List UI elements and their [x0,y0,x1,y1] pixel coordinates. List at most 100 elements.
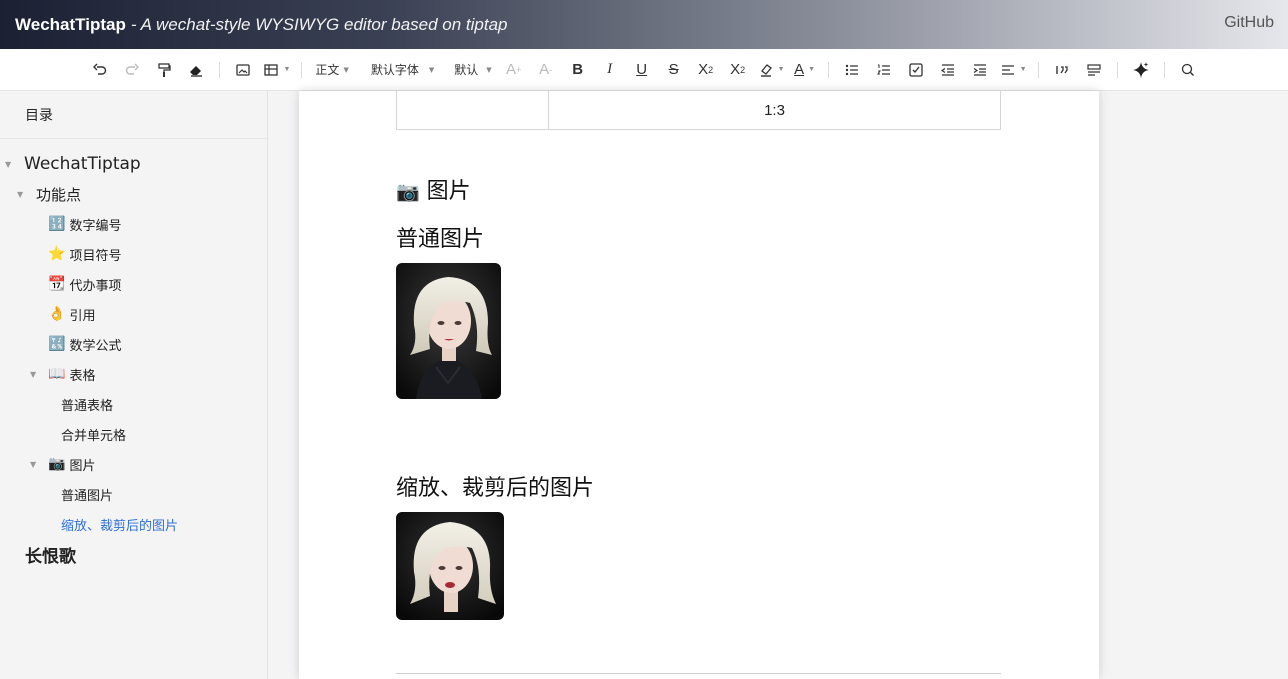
blockquote-button[interactable] [1048,56,1076,84]
table-cell[interactable] [397,91,549,129]
toc-item-normal-image[interactable]: 普通图片 [0,479,268,509]
star-emoji-icon: ⭐ [48,246,66,262]
checkbox-icon [908,62,923,77]
portrait-image-normal[interactable] [396,263,501,399]
portrait-image-cropped[interactable] [396,512,504,620]
indent-button[interactable] [966,56,994,84]
toc-item-normal-table[interactable]: 普通表格 [0,389,268,419]
chevron-down-icon[interactable]: ▼ [30,460,36,469]
section-heading-image[interactable]: 📷 图片 [396,173,471,205]
ordered-list-button[interactable] [870,56,898,84]
chevron-down-icon: ▼ [1019,66,1027,73]
toc-list: ▼ WechatTiptap ▼ 功能点 🔢 数字编号 ⭐ 项目符号 📆 代办事项 👌… [0,149,268,569]
toc-title: 目录 [0,91,267,139]
subscript-button[interactable]: X2 [692,56,720,84]
bullet-list-icon [845,64,858,75]
symbols-emoji-icon: 🔣 [48,336,66,352]
ordered-list-icon [876,64,890,75]
search-button[interactable] [1174,56,1202,84]
toc-item-todo[interactable]: 📆 代办事项 [0,269,268,299]
chevron-down-icon[interactable]: ▼ [17,190,23,199]
heading-cropped-image[interactable]: 缩放、裁剪后的图片 [396,470,594,502]
heading-normal-image[interactable]: 普通图片 [396,221,484,253]
paragraph-block-icon [1086,63,1101,76]
indent-icon [973,63,986,76]
eraser-icon [190,65,203,77]
highlighter-icon [760,63,772,77]
toc-item-merged-cells[interactable]: 合并单元格 [0,419,268,449]
toc-item-bullets[interactable]: ⭐ 项目符号 [0,239,268,269]
bold-button[interactable]: B [564,56,592,84]
toc-item-features[interactable]: ▼ 功能点 [0,179,268,209]
clear-format-button[interactable] [182,56,210,84]
portrait-image [396,512,504,620]
chevron-down-icon: ▼ [486,65,492,74]
toc-item-cropped-image[interactable]: 缩放、裁剪后的图片 [0,509,268,539]
italic-button[interactable]: I [596,56,624,84]
app-title: WechatTiptap [15,14,126,34]
book-emoji-icon: 📖 [48,366,66,382]
align-button[interactable]: ▼ [998,56,1029,84]
task-list-button[interactable] [902,56,930,84]
chevron-down-icon: ▼ [428,65,435,74]
increase-font-button[interactable]: A + [500,56,528,84]
toolbar-divider [1163,61,1165,78]
toc-item-quote[interactable]: 👌 引用 [0,299,268,329]
underline-button[interactable]: U [628,56,656,84]
editor-document[interactable]: 1:3 📷 图片 普通图片 缩放、裁剪后的图片 [299,91,1099,679]
decrease-font-button[interactable]: A- [532,56,560,84]
toc-item-changhenge[interactable]: 长恨歌 [0,539,268,569]
font-size-select[interactable]: 默认 ▼ [448,56,497,84]
toolbar-divider [827,61,829,78]
format-painter-button[interactable] [150,56,178,84]
toc-item-table[interactable]: ▼ 📖 表格 [0,359,268,389]
app-tagline: - A wechat-style WYSIWYG editor based on… [130,14,508,34]
chevron-down-icon: ▼ [283,66,291,73]
toc-item-wechattiptap[interactable]: ▼ WechatTiptap [0,149,268,179]
toc-sidebar: 目录 ▼ WechatTiptap ▼ 功能点 🔢 数字编号 ⭐ 项目符号 📆 代办事… [0,91,268,679]
redo-button[interactable] [118,56,146,84]
toolbar-divider [1037,61,1039,78]
camera-emoji-icon: 📷 [48,456,66,472]
toolbar-divider [1116,61,1118,78]
undo-icon [93,63,107,75]
chevron-down-icon[interactable]: ▼ [5,160,11,169]
ai-button[interactable] [1127,56,1155,84]
table-cell[interactable]: 1:3 [549,91,1000,129]
camera-emoji-icon: 📷 [396,181,420,203]
redo-icon [126,63,140,75]
search-icon [1181,63,1194,76]
calendar-emoji-icon: 📆 [48,276,66,292]
portrait-image [396,263,501,399]
format-painter-icon [158,62,172,77]
table-row[interactable]: 1:3 [396,91,1001,130]
table-icon [264,63,279,76]
font-color-button[interactable]: A ▼ [791,56,819,84]
chevron-down-icon: ▼ [808,66,816,73]
bullet-list-button[interactable] [838,56,866,84]
editor-toolbar: ▼ 正文 ▼ 默认字体 ▼ 默认 ▼ A + A- B I U S X2 X2 ▼ A … [0,49,1288,91]
outdent-button[interactable] [934,56,962,84]
quote-icon [1055,65,1068,74]
strikethrough-button[interactable]: S [660,56,688,84]
undo-button[interactable] [86,56,114,84]
toolbar-divider [219,61,221,78]
github-link[interactable]: GitHub [1224,14,1274,32]
code-block-button[interactable] [1080,56,1108,84]
app-header: WechatTiptap - A wechat-style WYSIWYG ed… [0,0,1288,49]
toc-item-numbering[interactable]: 🔢 数字编号 [0,209,268,239]
chevron-down-icon: ▼ [777,66,785,73]
superscript-button[interactable]: X2 [724,56,752,84]
font-family-select[interactable]: 默认字体 ▼ [365,56,440,84]
toc-item-image[interactable]: ▼ 📷 图片 [0,449,268,479]
sparkle-icon [1132,61,1149,78]
insert-table-button[interactable]: ▼ [261,56,292,84]
chevron-down-icon[interactable]: ▼ [30,370,36,379]
toc-item-math[interactable]: 🔣 数学公式 [0,329,268,359]
highlight-button[interactable]: ▼ [756,56,787,84]
paragraph-style-select[interactable]: 正文 ▼ [309,56,354,84]
ok-hand-emoji-icon: 👌 [48,306,66,322]
chevron-down-icon: ▼ [343,65,349,74]
insert-image-button[interactable] [229,56,257,84]
align-left-icon [1001,64,1014,75]
